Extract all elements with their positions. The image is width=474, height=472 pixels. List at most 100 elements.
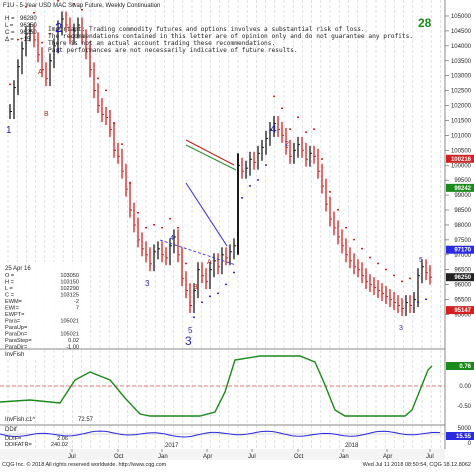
para-dot <box>313 128 315 130</box>
info-value: 105021 <box>60 332 79 338</box>
para-dot <box>177 226 179 229</box>
para-dot <box>361 247 363 250</box>
invfish-tick-label: -0.50 <box>457 404 471 410</box>
info-value: 7 <box>76 306 79 312</box>
para-dot <box>233 271 235 274</box>
info-value: 103125 <box>60 293 79 299</box>
para-dot <box>345 226 347 229</box>
price-tick-label: 103500 <box>451 59 472 65</box>
chart-title: F1U - 5-Year USD MAC Swap Future, Weekly… <box>3 3 160 9</box>
price-tick-label: 104500 <box>451 29 472 35</box>
disclaimer-line: The recommendations contained in this le… <box>48 33 413 40</box>
wave-label: 4 <box>270 122 277 136</box>
wave-label: 1 <box>6 125 12 136</box>
para-dot <box>121 143 123 145</box>
disclaimer-line: There is not an actual account trading t… <box>48 40 275 47</box>
wave-label: B <box>193 284 198 291</box>
invfish-label: InvFish <box>5 352 24 358</box>
ddif-badge-label: 15.55 <box>456 434 472 440</box>
ohlc-label: Δ = <box>5 37 14 43</box>
price-axis[interactable]: 105000 104500 104000 103500 103000 102500 1020… <box>445 14 472 319</box>
para-dot <box>281 107 283 110</box>
info-label: ParaDn= <box>5 332 27 338</box>
ohlc-value: 96250 <box>20 30 37 36</box>
para-dot <box>113 122 115 124</box>
grid-lines <box>7 0 441 449</box>
chart-canvas[interactable]: F1U - 5-Year USD MAC Swap Future, Weekly… <box>0 0 474 460</box>
para-dot <box>297 116 299 118</box>
invfish-badge-label: 0.76 <box>459 364 471 370</box>
para-dot <box>9 83 11 86</box>
ohlc-value: 96250 <box>20 23 37 29</box>
price-tick-label: 101000 <box>451 133 472 139</box>
ohlc-label: H = <box>5 16 15 22</box>
wave-label: B <box>44 111 49 118</box>
info-label: ParaUp= <box>5 325 27 331</box>
para-dot <box>169 217 171 220</box>
chart-window: F1U - 5-Year USD MAC Swap Future, Weekly… <box>0 0 474 472</box>
info-label: ParaDir= <box>5 345 27 351</box>
info-label: L = <box>5 286 13 292</box>
invfish-axis: 0.500.00-0.500.76 <box>446 362 474 410</box>
price-tick-label: 101500 <box>451 118 472 124</box>
timestamp-text: Wed Jul 11 2018 08:50:54, CQG 18.12.8062 <box>362 462 471 468</box>
para-dot <box>33 12 35 14</box>
info-label: ParaStep= <box>5 338 32 344</box>
info-label: EWM= <box>5 299 22 305</box>
invfish-panel <box>0 355 445 417</box>
copyright-text: CQG Inc. © 2018 All rights reserved worl… <box>2 462 167 468</box>
status-bar: CQG Inc. © 2018 All rights reserved worl… <box>0 460 474 472</box>
ohlc-value: +15 <box>20 37 31 43</box>
para-dot <box>417 301 419 304</box>
para-dot <box>265 164 267 166</box>
para-dot <box>41 41 43 44</box>
wave-label: 3 <box>145 279 150 288</box>
price-tick-label: 98500 <box>454 208 471 214</box>
para-dot <box>185 262 187 265</box>
para-dot <box>273 95 275 98</box>
para-dot <box>57 0 59 2</box>
wave-label: 2 <box>285 141 289 148</box>
info-value: 105021 <box>60 319 79 325</box>
price-badge-label: 99242 <box>454 186 471 192</box>
invfish-bottom-label: InvFish.c1^ <box>5 417 35 423</box>
para-dot <box>337 209 339 211</box>
wave-label: 3 <box>185 334 192 348</box>
para-dot <box>385 268 387 271</box>
trendline-red[interactable] <box>185 139 235 166</box>
para-dot <box>81 9 83 11</box>
price-tick-label: 99500 <box>454 178 471 184</box>
info-value: 102290 <box>60 286 79 292</box>
trendline-blue-dashed[interactable] <box>159 239 237 266</box>
para-dot <box>201 301 203 304</box>
price-tick-label: 96500 <box>454 268 471 274</box>
para-dot <box>137 212 139 214</box>
price-badge-label: 96250 <box>454 275 471 281</box>
price-tick-label: 103000 <box>451 74 472 80</box>
para-dot <box>425 298 427 301</box>
wave-label: 2 <box>55 20 62 35</box>
info-label: EWPT= <box>5 312 24 318</box>
price-tick-label: 97500 <box>454 238 471 244</box>
wave-label: A <box>207 259 212 266</box>
para-dot <box>17 38 19 41</box>
para-dot <box>305 131 307 133</box>
wave-label: 3 <box>399 325 403 332</box>
para-dot <box>289 128 291 130</box>
price-tick-label: 96000 <box>454 283 471 289</box>
ddif-label: DDif <box>5 427 17 433</box>
price-tick-label: 102000 <box>451 104 472 110</box>
para-dot <box>249 185 251 187</box>
para-dot <box>241 197 243 199</box>
ohlc-value: 96280 <box>20 16 37 22</box>
year-label: 2017 <box>165 443 179 449</box>
ohlc-label: L = <box>5 23 14 29</box>
para-dot <box>97 77 99 80</box>
ddif-label: DDIFATR= <box>5 442 32 448</box>
para-dot <box>401 280 403 283</box>
wave-label: 5 <box>419 257 423 264</box>
ddif-tick-label: 0 <box>468 441 472 447</box>
price-tick-label: 102500 <box>451 89 472 95</box>
price-tick-label: 105000 <box>451 14 472 20</box>
para-dot <box>209 295 211 298</box>
